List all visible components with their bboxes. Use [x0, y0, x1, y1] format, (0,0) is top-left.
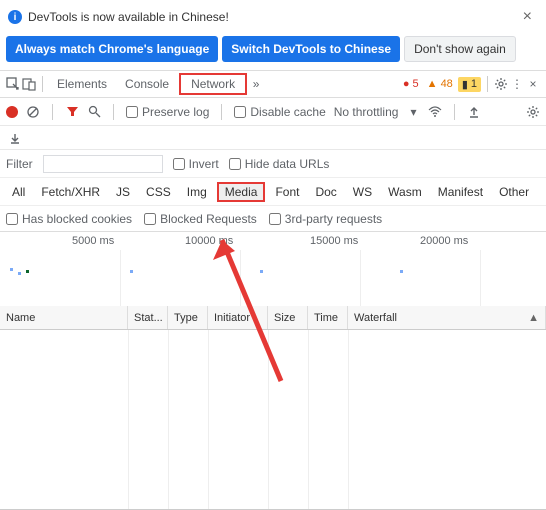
upload-icon[interactable] [467, 105, 481, 119]
banner-buttons: Always match Chrome's language Switch De… [0, 34, 546, 70]
type-css[interactable]: CSS [140, 182, 177, 202]
record-icon[interactable] [6, 106, 18, 118]
settings-icon[interactable] [494, 77, 508, 91]
filter-row: Filter Invert Hide data URLs [0, 150, 546, 178]
network-toolbar: Preserve log Disable cache No throttling… [0, 98, 546, 126]
type-all[interactable]: All [6, 182, 31, 202]
type-doc[interactable]: Doc [309, 182, 342, 202]
col-name[interactable]: Name [0, 306, 128, 329]
dont-show-button[interactable]: Don't show again [404, 36, 516, 62]
col-type[interactable]: Type [168, 306, 208, 329]
timeline-label: 5000 ms [72, 235, 114, 247]
divider [52, 104, 53, 120]
wifi-icon[interactable] [428, 105, 442, 119]
timeline-label: 10000 ms [185, 235, 233, 247]
divider [487, 76, 488, 92]
hide-data-urls-checkbox[interactable]: Hide data URLs [229, 157, 330, 171]
throttling-select[interactable]: No throttling [334, 105, 399, 119]
col-time[interactable]: Time [308, 306, 348, 329]
search-icon[interactable] [87, 105, 101, 119]
tab-elements[interactable]: Elements [49, 73, 115, 95]
type-font[interactable]: Font [269, 182, 305, 202]
timeline-overview[interactable]: 5000 ms 10000 ms 15000 ms 20000 ms [0, 232, 546, 306]
sort-icon: ▲ [528, 312, 539, 324]
type-other[interactable]: Other [493, 182, 535, 202]
filter-icon[interactable] [65, 105, 79, 119]
language-banner: i DevTools is now available in Chinese! … [0, 0, 546, 34]
col-initiator[interactable]: Initiator [208, 306, 268, 329]
banner-text: DevTools is now available in Chinese! [28, 10, 229, 24]
third-party-checkbox[interactable]: 3rd-party requests [269, 212, 382, 226]
type-wasm[interactable]: Wasm [382, 182, 428, 202]
divider [42, 76, 43, 92]
timeline-label: 20000 ms [420, 235, 468, 247]
close-panel-icon[interactable]: × [526, 77, 540, 91]
match-language-button[interactable]: Always match Chrome's language [6, 36, 218, 62]
blocked-requests-checkbox[interactable]: Blocked Requests [144, 212, 257, 226]
type-media[interactable]: Media [217, 182, 266, 202]
messages-badge[interactable]: ▮1 [458, 77, 481, 92]
info-icon: i [8, 10, 22, 24]
errors-badge[interactable]: ●5 [400, 77, 422, 91]
type-manifest[interactable]: Manifest [432, 182, 489, 202]
type-js[interactable]: JS [110, 182, 136, 202]
request-table-body [0, 330, 546, 510]
resource-types: All Fetch/XHR JS CSS Img Media Font Doc … [0, 178, 546, 206]
type-img[interactable]: Img [181, 182, 213, 202]
close-icon[interactable]: × [517, 6, 538, 28]
switch-chinese-button[interactable]: Switch DevTools to Chinese [222, 36, 400, 62]
gear-icon[interactable] [526, 105, 540, 119]
chevron-down-icon[interactable]: ▾ [406, 105, 420, 119]
kebab-icon[interactable]: ⋮ [510, 77, 524, 91]
main-tabs: Elements Console Network » ●5 ▲48 ▮1 ⋮ × [0, 70, 546, 98]
timeline-label: 15000 ms [310, 235, 358, 247]
divider [454, 104, 455, 120]
request-table-header: Name Stat... Type Initiator Size Time Wa… [0, 306, 546, 330]
type-fetch-xhr[interactable]: Fetch/XHR [35, 182, 106, 202]
extra-filters: Has blocked cookies Blocked Requests 3rd… [0, 206, 546, 232]
blocked-cookies-checkbox[interactable]: Has blocked cookies [6, 212, 132, 226]
invert-checkbox[interactable]: Invert [173, 157, 219, 171]
preserve-log-checkbox[interactable]: Preserve log [126, 105, 209, 119]
divider [221, 104, 222, 120]
disable-cache-checkbox[interactable]: Disable cache [234, 105, 325, 119]
clear-icon[interactable] [26, 105, 40, 119]
inspect-icon[interactable] [6, 77, 20, 91]
tab-network[interactable]: Network [179, 73, 247, 95]
tab-console[interactable]: Console [117, 73, 177, 95]
download-row [0, 126, 546, 150]
more-tabs-icon[interactable]: » [249, 77, 263, 91]
col-waterfall[interactable]: Waterfall▲ [348, 306, 546, 329]
download-icon[interactable] [8, 131, 22, 145]
type-ws[interactable]: WS [347, 182, 378, 202]
filter-input[interactable] [43, 155, 163, 173]
col-status[interactable]: Stat... [128, 306, 168, 329]
warnings-badge[interactable]: ▲48 [424, 77, 456, 91]
col-size[interactable]: Size [268, 306, 308, 329]
divider [113, 104, 114, 120]
device-icon[interactable] [22, 77, 36, 91]
filter-label: Filter [6, 157, 33, 171]
